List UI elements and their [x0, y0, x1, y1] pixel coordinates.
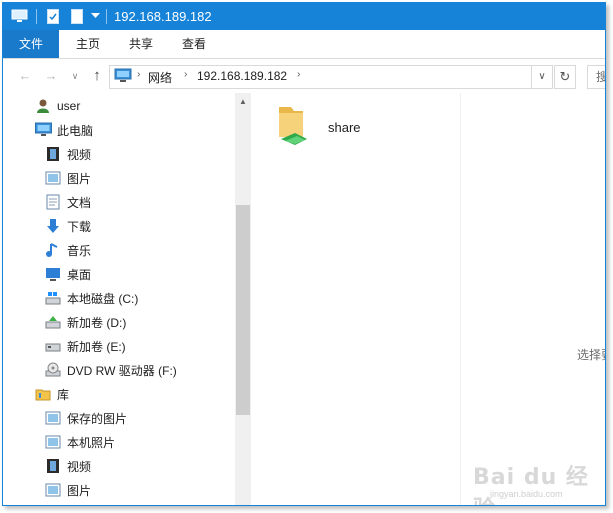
computer-icon[interactable]	[9, 7, 29, 25]
file-list-area	[251, 93, 605, 505]
chevron-right-icon[interactable]: ›	[297, 69, 300, 80]
library-icon	[35, 386, 51, 402]
nav-item-label: 视频	[67, 147, 92, 162]
tab-view[interactable]: 查看	[173, 30, 215, 58]
pc-icon	[35, 122, 52, 138]
tab-home[interactable]: 主页	[67, 30, 109, 58]
new-folder-icon[interactable]	[69, 7, 85, 25]
nav-item-label: DVD RW 驱动器 (F:)	[67, 363, 177, 378]
nav-item-label: 新加卷 (D:)	[67, 315, 127, 330]
separator	[106, 9, 107, 24]
tab-file[interactable]: 文件	[3, 30, 59, 58]
desktop-icon	[45, 266, 61, 282]
chevron-right-icon[interactable]: ›	[137, 69, 140, 80]
chevron-right-icon[interactable]: ›	[184, 69, 187, 80]
download-icon	[45, 218, 61, 234]
music-icon	[45, 242, 61, 258]
shared-folder-label[interactable]: share	[328, 120, 361, 135]
camera-roll-icon	[45, 434, 61, 450]
separator	[36, 9, 37, 24]
nav-item-label: 本地磁盘 (C:)	[67, 291, 139, 306]
video-icon	[45, 458, 61, 474]
back-arrow-icon[interactable]: ←	[17, 68, 33, 84]
nav-item-label: 音乐	[67, 243, 92, 258]
documents-icon	[45, 194, 61, 210]
title-bar: 192.168.189.182	[3, 3, 605, 30]
navigation-bar: ← → ∨ ↑ › 网络 › 192.168.189.182 › ∨ ↻ 搜	[3, 59, 605, 93]
nav-item-label: 此电脑	[57, 123, 94, 138]
nav-item-downloads[interactable]: 下载	[45, 214, 91, 238]
nav-item-label: 视频	[67, 459, 92, 474]
nav-item-label: 保存的图片	[67, 411, 128, 426]
nav-item-saved-pictures[interactable]: 保存的图片	[45, 406, 127, 430]
nav-item-pictures[interactable]: 图片	[45, 166, 91, 190]
nav-item-label: 图片	[67, 171, 92, 186]
scroll-thumb[interactable]	[236, 205, 250, 415]
pc-icon	[114, 68, 132, 87]
customize-dropdown-icon[interactable]	[89, 7, 101, 25]
drive-d-icon	[45, 314, 61, 330]
search-input[interactable]: 搜	[587, 65, 605, 89]
pictures-icon	[45, 482, 61, 498]
nav-item-drive-d[interactable]: 新加卷 (D:)	[45, 310, 126, 334]
scroll-up-icon[interactable]: ▲	[235, 93, 251, 110]
nav-item-dvd-drive[interactable]: DVD RW 驱动器 (F:)	[45, 358, 177, 382]
drive-e-icon	[45, 338, 61, 354]
breadcrumb-host[interactable]: 192.168.189.182	[197, 69, 287, 83]
nav-item-library-videos[interactable]: 视频	[45, 454, 91, 478]
nav-item-label: 桌面	[67, 267, 92, 282]
nav-item-label: 新加卷 (E:)	[67, 339, 126, 354]
video-icon	[45, 146, 61, 162]
nav-item-drive-c[interactable]: 本地磁盘 (C:)	[45, 286, 138, 310]
preview-pane-text: 选择要	[577, 348, 605, 362]
breadcrumb-network[interactable]: 网络	[148, 69, 172, 86]
ribbon-tabs: 文件 主页 共享 查看	[3, 30, 605, 59]
address-dropdown-icon[interactable]: ∨	[531, 66, 552, 88]
nav-item-label: user	[57, 99, 81, 113]
nav-item-label: 本机照片	[67, 435, 116, 450]
nav-item-label: 库	[57, 387, 70, 402]
pictures-icon	[45, 170, 61, 186]
preview-divider	[460, 93, 461, 505]
shared-folder-icon	[273, 101, 313, 154]
nav-item-documents[interactable]: 文档	[45, 190, 91, 214]
tab-share[interactable]: 共享	[120, 30, 162, 58]
forward-arrow-icon[interactable]: →	[43, 68, 59, 84]
nav-item-camera-roll[interactable]: 本机照片	[45, 430, 115, 454]
nav-item-music[interactable]: 音乐	[45, 238, 91, 262]
nav-item-library-pictures[interactable]: 图片	[45, 478, 91, 502]
nav-item-label: 图片	[67, 483, 92, 498]
nav-item-libraries[interactable]: 库	[35, 382, 69, 406]
nav-item-user[interactable]: user	[35, 94, 80, 118]
properties-check-icon[interactable]	[45, 7, 61, 25]
nav-item-this-pc[interactable]: 此电脑	[35, 118, 93, 142]
nav-item-label: 下载	[67, 219, 92, 234]
dvd-drive-icon	[45, 362, 61, 378]
address-bar[interactable]: › 网络 › 192.168.189.182 › ∨	[109, 65, 553, 89]
nav-item-desktop[interactable]: 桌面	[45, 262, 91, 286]
refresh-icon[interactable]: ↻	[554, 65, 576, 89]
saved-pictures-icon	[45, 410, 61, 426]
drive-c-icon	[45, 290, 61, 306]
watermark-url: jingyan.baidu.com	[490, 489, 563, 499]
navigation-pane: user 此电脑 视频 图片 文档 下载 音乐 桌面 本地磁盘 (C:) 新加卷…	[3, 93, 235, 505]
up-arrow-icon[interactable]: ↑	[89, 68, 105, 84]
nav-item-drive-e[interactable]: 新加卷 (E:)	[45, 334, 126, 358]
nav-scrollbar[interactable]: ▲	[235, 93, 251, 505]
user-icon	[35, 98, 51, 114]
nav-item-label: 文档	[67, 195, 92, 210]
window-title: 192.168.189.182	[114, 9, 212, 24]
recent-dropdown-icon[interactable]: ∨	[67, 68, 83, 84]
nav-item-videos[interactable]: 视频	[45, 142, 91, 166]
explorer-window: 192.168.189.182 文件 主页 共享 查看 ← → ∨ ↑ › 网络…	[2, 2, 606, 506]
